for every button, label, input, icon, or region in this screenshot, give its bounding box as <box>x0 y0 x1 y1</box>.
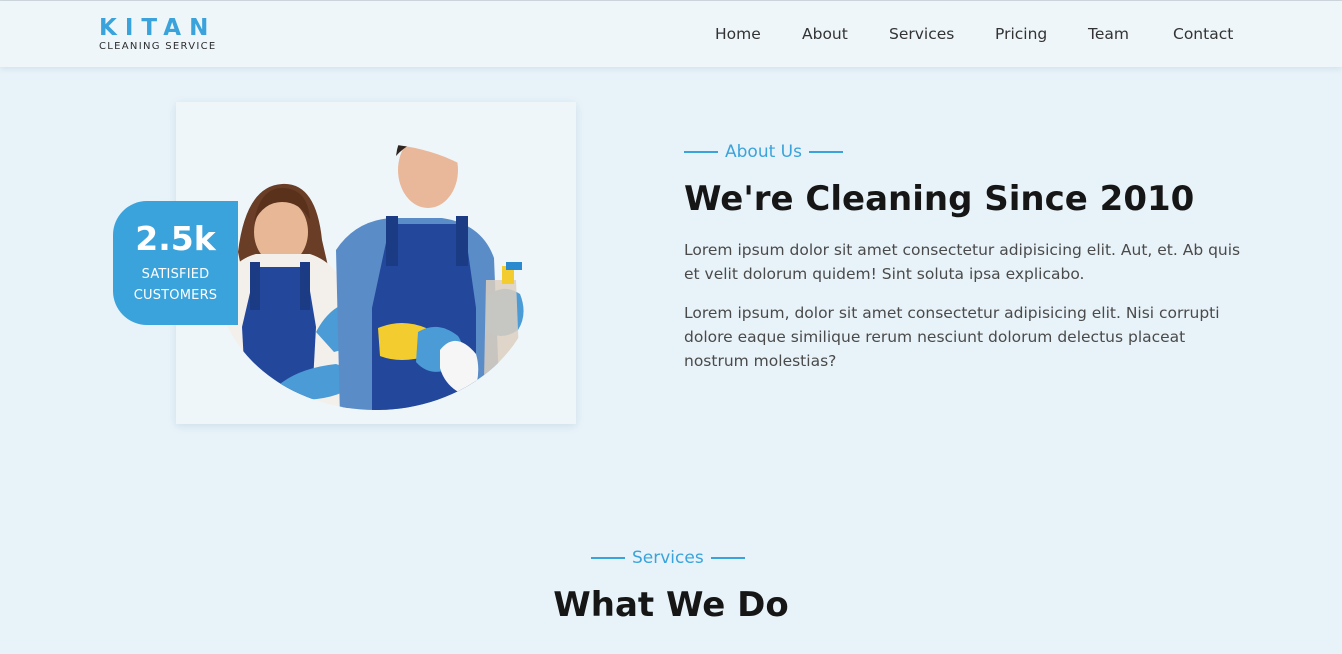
about-eyebrow: About Us <box>684 141 843 163</box>
about-eyebrow-text: About Us <box>725 142 802 162</box>
stat-label: SATISFIED CUSTOMERS <box>113 264 238 306</box>
stat-label-line1: SATISFIED <box>141 267 210 282</box>
services-eyebrow-text: Services <box>632 548 704 568</box>
nav-item-home[interactable]: Home <box>715 24 761 44</box>
eyebrow-line-right <box>710 557 745 559</box>
eyebrow-line-right <box>808 151 843 153</box>
main-nav: Home About Services Pricing Team Contact <box>0 24 1342 46</box>
stat-label-line2: CUSTOMERS <box>133 288 218 303</box>
satisfied-customers-badge: 2.5k SATISFIED CUSTOMERS <box>113 201 238 325</box>
site-header: KITAN CLEANING SERVICE Home About Servic… <box>0 1 1342 67</box>
about-paragraph-1: Lorem ipsum dolor sit amet consectetur a… <box>684 241 1241 283</box>
services-title: What We Do <box>553 585 789 625</box>
nav-item-pricing[interactable]: Pricing <box>995 24 1047 44</box>
about-title: We're Cleaning Since 2010 <box>684 179 1195 219</box>
about-paragraph-2: Lorem ipsum, dolor sit amet consectetur … <box>684 304 1220 370</box>
eyebrow-line-left <box>684 151 718 153</box>
services-eyebrow: Services <box>591 547 745 569</box>
nav-item-team[interactable]: Team <box>1088 24 1129 44</box>
stat-value: 2.5k <box>135 219 216 258</box>
nav-item-contact[interactable]: Contact <box>1173 24 1233 44</box>
nav-item-about[interactable]: About <box>802 24 848 44</box>
nav-item-services[interactable]: Services <box>889 24 954 44</box>
eyebrow-line-left <box>591 557 625 559</box>
